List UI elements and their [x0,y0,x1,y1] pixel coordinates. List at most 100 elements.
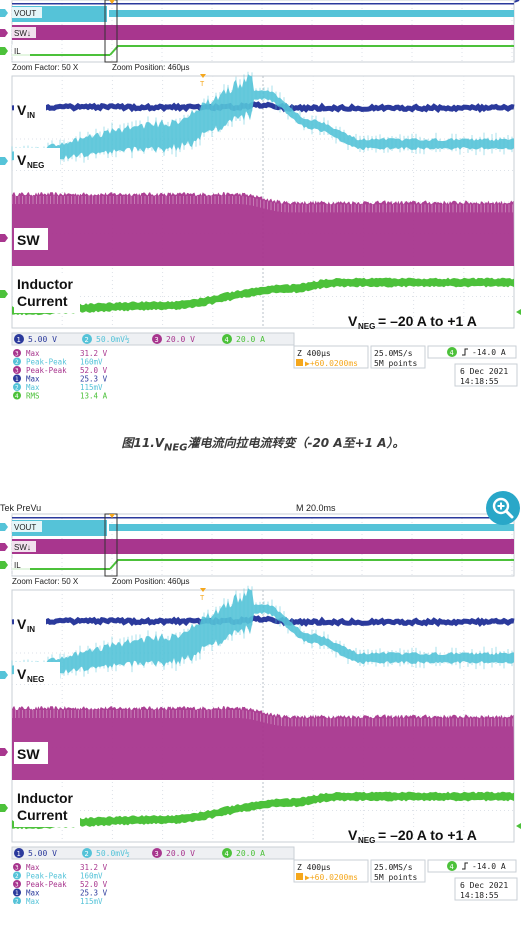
trigger-level: -14.0 A [472,862,506,871]
time: 14:18:55 [460,891,499,900]
trigger-level: -14.0 A [472,348,506,357]
channel-marker-icon [0,748,8,756]
trigger-label: T [200,81,205,88]
measurement-channel: 1 [15,376,19,383]
timebase-delay: ▶+60.0200ms [305,873,358,882]
scope-svg: VOUT SW↓ IL Zoom Factor: 50 X Zoom Position:… [0,0,521,401]
channel-marker-icon [0,290,8,298]
trigger-channel: 4 [450,349,454,357]
measurement-channel: 2 [15,359,19,366]
annotation-rest: = –20 A to +1 A [378,313,477,329]
channel-number: 1 [17,850,21,858]
channel-2-scale: 50.0mV½ [96,334,130,344]
ch2-label: VOUT [14,9,36,18]
timebase-zoom: Z 400µs [297,349,331,358]
measurement-channel: 3 [15,865,19,872]
date: 6 Dec 2021 [460,367,508,376]
channel-marker-icon [0,9,8,17]
channel-marker-icon [0,523,8,531]
channel-number: 4 [225,850,229,858]
measurement-channel: 2 [15,873,19,880]
offset-marker-icon [516,309,521,315]
overview-vout-trace [109,10,514,17]
ch3-label: SW↓ [14,543,31,552]
measurement-value: 115mV [80,897,103,904]
inductor-label-line2: Current [17,807,68,823]
vin-label: V [17,102,27,118]
vin-label-sub: IN [27,111,35,120]
inductor-label-line1: Inductor [17,276,74,292]
measurement-value: 13.4 A [80,392,108,401]
date: 6 Dec 2021 [460,881,508,890]
channel-marker-icon [0,671,8,679]
channel-3-scale: 20.0 V [166,335,195,344]
record-length: 5M points [374,359,418,368]
channel-1-scale: 5.00 V [28,849,57,858]
channel-3-scale: 20.0 V [166,849,195,858]
measurement-name: RMS [26,392,40,401]
sample-rate: 25.0MS/s [374,349,413,358]
overview-vin-trace [12,3,514,5]
figure-caption: 图11.VNEG灌电流向拉电流转变（-20 A至+1 A）。 [0,434,526,453]
trigger-delay-icon [296,359,303,366]
channel-number: 4 [225,336,229,344]
measurement-channel: 3 [15,882,19,889]
inductor-label-line2: Current [17,293,68,309]
magnifier-plus-icon [492,497,514,519]
channel-marker-icon [0,157,8,165]
trigger-channel: 4 [450,863,454,871]
time: 14:18:55 [460,377,499,386]
vin-label: V [17,616,27,632]
overview-vin-trace [12,517,514,519]
vneg-label: V [17,152,27,168]
channel-number: 1 [17,336,21,344]
measurement-channel: 2 [15,385,19,392]
timebase-delay: ▶+60.0200ms [305,359,358,368]
channel-marker-icon [0,561,8,569]
vneg-label-sub: NEG [27,161,44,170]
zoom-factor: Zoom Factor: 50 X [12,63,79,72]
channel-marker-icon [0,234,8,242]
zoom-position: Zoom Position: 460µs [112,577,190,586]
zoom-factor: Zoom Factor: 50 X [12,577,79,586]
annotation-main: V [348,313,358,329]
channel-4-scale: 20.0 A [236,335,265,344]
channel-2-scale: 50.0mV½ [96,848,130,858]
trigger-delay-icon [296,873,303,880]
measurement-name: Max [26,897,40,904]
inductor-label-line1: Inductor [17,790,74,806]
overview-sw-trace [12,539,514,554]
ch4-label: IL [14,47,21,56]
channel-marker-icon [0,47,8,55]
channel-4-scale: 20.0 A [236,849,265,858]
record-length: 5M points [374,873,418,882]
channel-marker-icon [0,804,8,812]
annotation-main: V [348,827,358,843]
vneg-label-sub: NEG [27,675,44,684]
caption-suffix: 灌电流向拉电流转变（-20 A至+1 A）。 [187,436,405,450]
channel-marker-icon [0,29,8,37]
ch4-label: IL [14,561,21,570]
zoom-in-button[interactable] [486,491,520,525]
channel-number: 2 [85,336,89,344]
zoom-position: Zoom Position: 460µs [112,63,190,72]
ch2-label: VOUT [14,523,36,532]
channel-1-scale: 5.00 V [28,335,57,344]
caption-prefix: 图11.V [121,436,165,450]
overview-vout-trace [109,524,514,531]
header-left: Tek PreVu [0,503,41,513]
overview-sw-trace [12,25,514,40]
sw-label: SW [17,232,40,248]
annotation-sub: NEG [358,322,375,331]
oscilloscope-capture-1: VOUT SW↓ IL Zoom Factor: 50 X Zoom Position:… [0,0,526,404]
annotation-rest: = –20 A to +1 A [378,827,477,843]
ch3-label: SW↓ [14,29,31,38]
sw-trace [12,192,514,266]
sw-label: SW [17,746,40,762]
timebase-zoom: Z 400µs [297,863,331,872]
sample-rate: 25.0MS/s [374,863,413,872]
measurement-channel: 4 [15,393,19,400]
vneg-label: V [17,666,27,682]
oscilloscope-capture-2: Tek PreVu M 20.0ms VOUT SW↓ IL Zoom Factor: 5… [0,500,526,904]
channel-marker-icon [0,543,8,551]
